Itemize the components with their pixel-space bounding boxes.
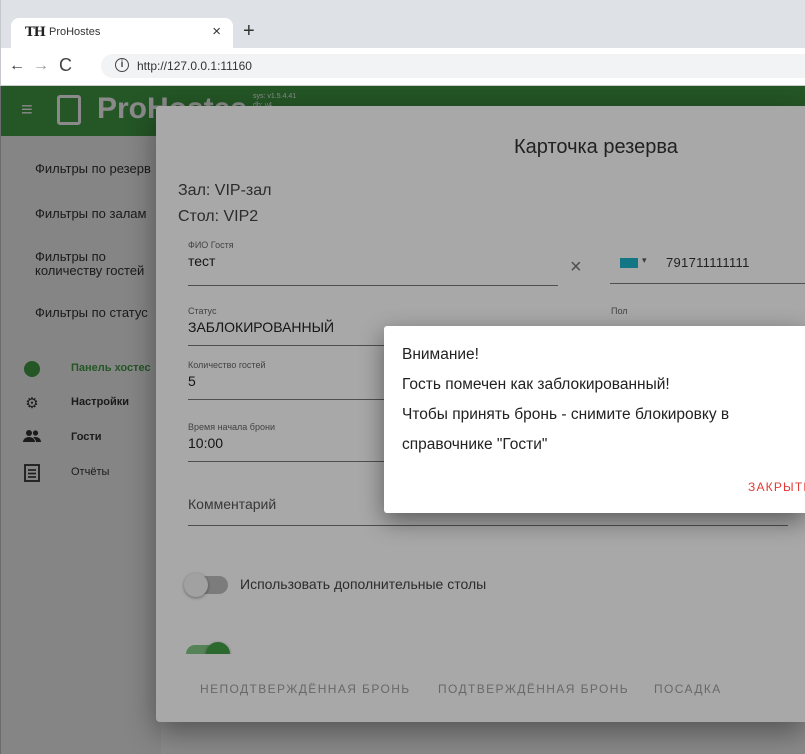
omnibox[interactable]: i http://127.0.0.1:11160 — [101, 54, 805, 78]
blocked-guest-alert: Внимание! Гость помечен как заблокирован… — [384, 326, 805, 513]
back-icon[interactable]: ← — [9, 57, 25, 75]
alert-line: Гость помечен как заблокированный! — [402, 376, 670, 393]
address-bar: ← → C i http://127.0.0.1:11160 — [0, 48, 805, 86]
tab-title: ProHostes — [49, 26, 101, 38]
forward-icon[interactable]: → — [33, 57, 49, 75]
url-text[interactable]: http://127.0.0.1:11160 — [137, 59, 252, 73]
new-tab-icon[interactable]: + — [243, 20, 255, 43]
reload-icon[interactable]: C — [59, 55, 72, 76]
close-alert-button[interactable]: ЗАКРЫТЬ — [748, 480, 805, 494]
alert-line: справочнике "Гости" — [402, 436, 548, 453]
browser-tab[interactable]: TH ProHostes × — [11, 18, 233, 48]
favicon-icon: TH — [25, 25, 46, 40]
close-tab-icon[interactable]: × — [212, 23, 221, 40]
info-icon[interactable]: i — [115, 58, 129, 72]
browser-tab-bar: TH ProHostes × + — [0, 0, 805, 48]
alert-line: Внимание! — [402, 346, 479, 363]
alert-line: Чтобы принять бронь - снимите блокировку… — [402, 406, 730, 423]
